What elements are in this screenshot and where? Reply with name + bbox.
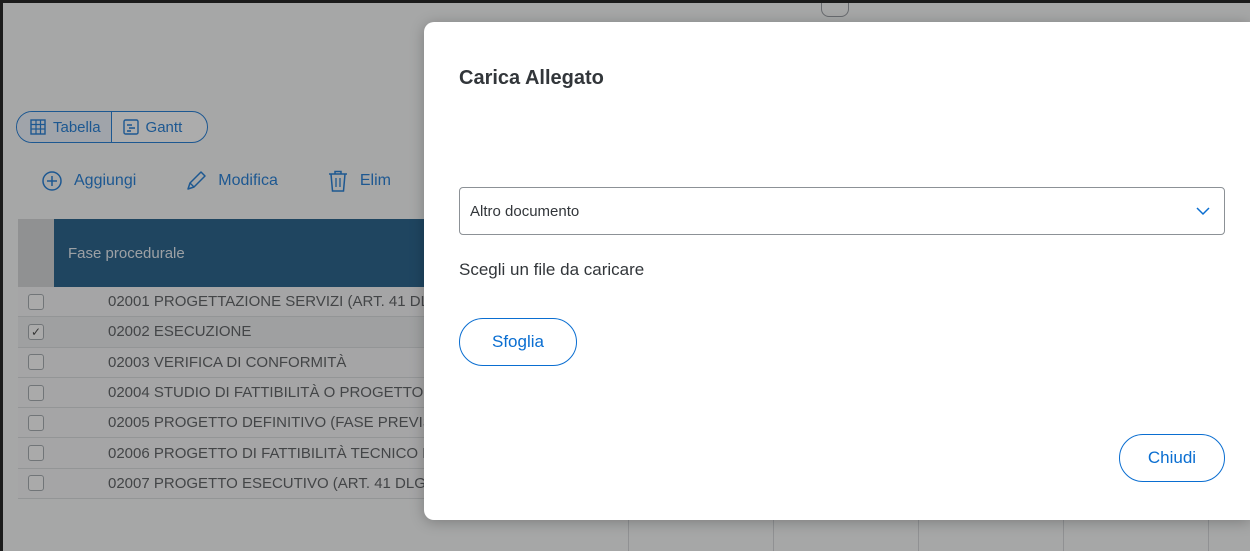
dialog-title: Carica Allegato [459, 67, 604, 89]
chevron-down-icon [1196, 207, 1210, 216]
document-type-select[interactable]: Altro documento [459, 187, 1225, 235]
browse-button[interactable]: Sfoglia [459, 318, 577, 366]
choose-file-label: Scegli un file da caricare [459, 260, 645, 279]
upload-attachment-dialog: Carica Allegato Altro documento Scegli u… [424, 22, 1250, 520]
document-type-value: Altro documento [470, 202, 580, 220]
close-button[interactable]: Chiudi [1119, 434, 1225, 482]
